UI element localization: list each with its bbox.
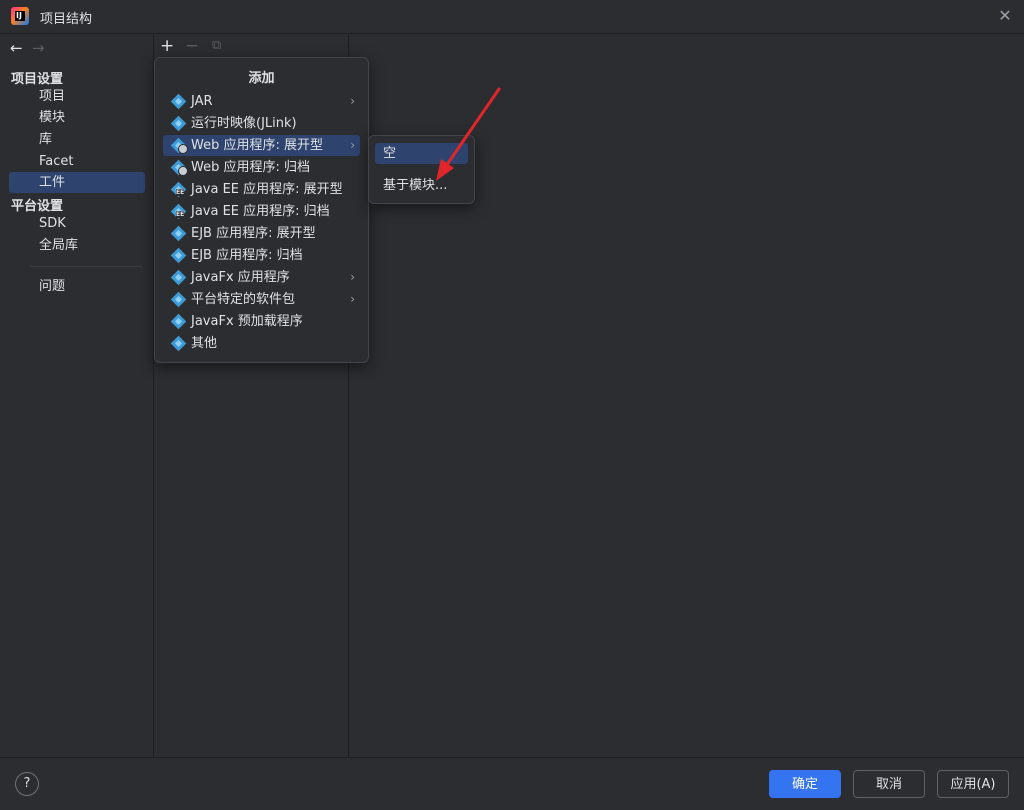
back-arrow-icon[interactable]: ←	[10, 39, 32, 57]
web-artifact-icon	[170, 159, 188, 176]
javaee-artifact-icon: EE	[170, 203, 187, 220]
title-bar: IJ 项目结构 ✕	[0, 0, 1024, 34]
submenu-item-empty[interactable]: 空	[375, 143, 468, 164]
sidebar-item-sdk[interactable]: SDK	[9, 213, 145, 234]
artifact-icon	[170, 291, 187, 308]
artifact-icon	[170, 115, 187, 132]
artifact-icon	[170, 335, 187, 352]
ejb-artifact-icon	[170, 247, 187, 264]
menu-item-label: 平台特定的软件包	[191, 292, 296, 307]
forward-arrow-icon[interactable]: →	[32, 39, 54, 57]
menu-item-label: Java EE 应用程序: 归档	[191, 204, 330, 219]
artifact-icon	[170, 313, 187, 330]
menu-item-platform-package[interactable]: 平台特定的软件包 ›	[163, 289, 360, 310]
window-title: 项目结构	[40, 12, 93, 27]
menu-item-other[interactable]: 其他	[163, 333, 360, 354]
web-artifact-icon	[170, 137, 188, 154]
platform-settings-heading: 平台设置	[11, 199, 64, 214]
help-icon[interactable]: ?	[15, 772, 39, 796]
menu-item-label: JavaFx 预加载程序	[191, 314, 303, 329]
menu-item-web-app-exploded[interactable]: Web 应用程序: 展开型 ›	[163, 135, 360, 156]
menu-item-javafx-preloader[interactable]: JavaFx 预加载程序	[163, 311, 360, 332]
menu-item-label: 运行时映像(JLink)	[191, 116, 297, 131]
menu-item-label: JavaFx 应用程序	[191, 270, 290, 285]
close-icon[interactable]: ✕	[996, 7, 1014, 25]
menu-item-javaee-exploded[interactable]: EE Java EE 应用程序: 展开型	[163, 179, 360, 200]
sidebar-item-facet[interactable]: Facet	[9, 151, 145, 172]
chevron-right-icon: ›	[350, 94, 355, 108]
submenu-item-from-module[interactable]: 基于模块...	[375, 175, 468, 196]
add-popup-menu: 添加 JAR › 运行时映像(JLink) Web 应用程序: 展开型 › We…	[154, 57, 369, 363]
dialog-footer: ? 确定 取消 应用(A)	[0, 757, 1024, 810]
menu-item-label: EJB 应用程序: 归档	[191, 248, 303, 263]
menu-item-javaee-archive[interactable]: EE Java EE 应用程序: 归档	[163, 201, 360, 222]
nav-arrows: ← →	[10, 39, 54, 57]
menu-item-label: Java EE 应用程序: 展开型	[191, 182, 343, 197]
sidebar-divider	[30, 266, 142, 267]
project-settings-heading: 项目设置	[11, 72, 64, 87]
menu-item-web-app-archive[interactable]: Web 应用程序: 归档	[163, 157, 360, 178]
sidebar-item-libraries[interactable]: 库	[9, 129, 145, 150]
sidebar-item-global-libraries[interactable]: 全局库	[9, 235, 145, 256]
menu-item-label: JAR	[191, 94, 213, 109]
cancel-button[interactable]: 取消	[853, 770, 925, 798]
sidebar-item-modules[interactable]: 模块	[9, 107, 145, 128]
menu-item-label: EJB 应用程序: 展开型	[191, 226, 316, 241]
menu-item-label: Web 应用程序: 展开型	[191, 138, 323, 153]
sidebar: ← → 项目设置 项目 模块 库 Facet 工件 平台设置 SDK 全局库 问题	[0, 34, 154, 757]
menu-item-runtime-image[interactable]: 运行时映像(JLink)	[163, 113, 360, 134]
apply-button[interactable]: 应用(A)	[937, 770, 1009, 798]
ejb-artifact-icon	[170, 225, 187, 242]
menu-item-javafx-app[interactable]: JavaFx 应用程序 ›	[163, 267, 360, 288]
remove-icon[interactable]: −	[185, 36, 199, 56]
menu-item-label: Web 应用程序: 归档	[191, 160, 310, 175]
menu-item-ejb-archive[interactable]: EJB 应用程序: 归档	[163, 245, 360, 266]
chevron-right-icon: ›	[350, 292, 355, 306]
ok-button[interactable]: 确定	[769, 770, 841, 798]
sidebar-item-problems[interactable]: 问题	[9, 276, 145, 297]
sidebar-item-artifacts[interactable]: 工件	[9, 172, 145, 193]
menu-item-ejb-exploded[interactable]: EJB 应用程序: 展开型	[163, 223, 360, 244]
javaee-artifact-icon: EE	[170, 181, 187, 198]
popup-title: 添加	[248, 71, 275, 86]
copy-icon[interactable]: ⧉	[212, 38, 221, 53]
artifact-icon	[170, 93, 187, 110]
web-app-submenu: 空 基于模块...	[368, 135, 475, 204]
chevron-right-icon: ›	[350, 270, 355, 284]
artifact-icon	[170, 269, 187, 286]
chevron-right-icon: ›	[350, 138, 355, 152]
menu-item-label: 其他	[191, 336, 218, 351]
sidebar-item-project[interactable]: 项目	[9, 86, 145, 107]
menu-item-jar[interactable]: JAR ›	[163, 91, 360, 112]
add-icon[interactable]: +	[160, 36, 174, 56]
intellij-app-icon: IJ	[11, 7, 29, 25]
